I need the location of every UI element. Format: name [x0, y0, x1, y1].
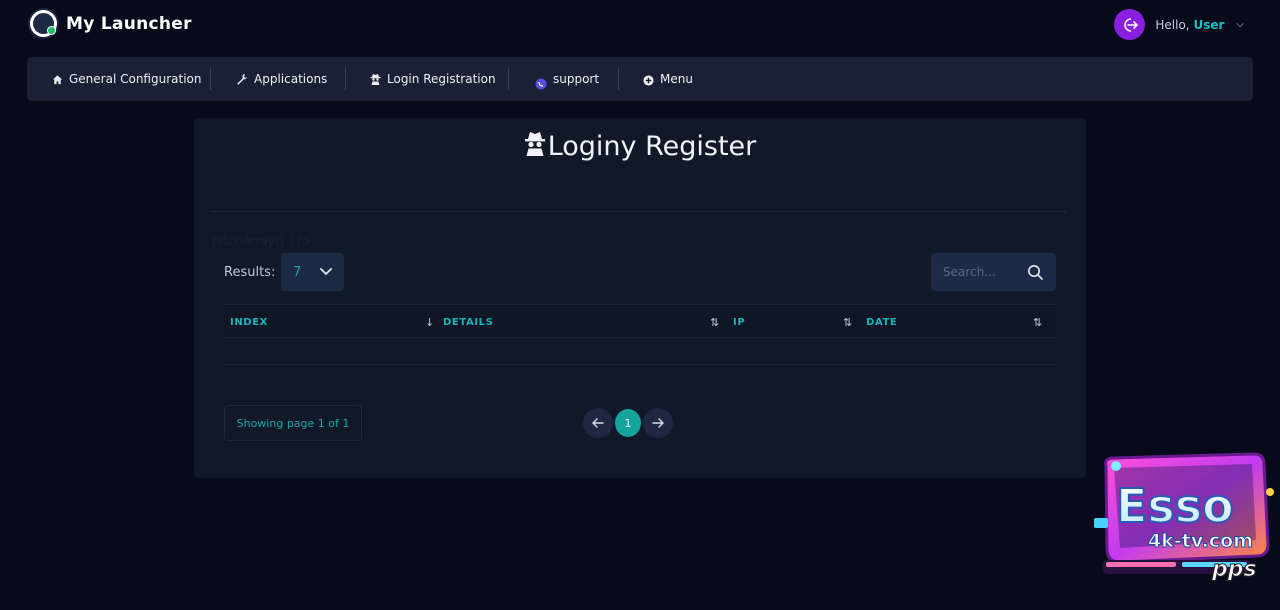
brand[interactable]: My Launcher [28, 8, 192, 39]
title-divider [212, 211, 1066, 212]
nav-label: Login Registration [387, 72, 496, 86]
column-header-ip[interactable]: IP [733, 305, 745, 339]
results-per-page-select[interactable]: 7 [281, 253, 344, 291]
nav-item-login-registration[interactable]: Login Registration [370, 57, 496, 101]
sort-icon[interactable]: ⇅ [843, 305, 852, 339]
spy-icon [370, 73, 381, 85]
arrow-left-icon [592, 418, 604, 428]
search-icon[interactable] [1027, 264, 1043, 280]
chevron-down-icon[interactable]: ⌵ [1236, 19, 1244, 30]
user-menu[interactable]: Hello, User ⌵ [1114, 9, 1244, 40]
next-page-button[interactable] [643, 408, 673, 438]
nav-label: Applications [254, 72, 328, 86]
nav-item-general-configuration[interactable]: General Configuration [52, 57, 202, 101]
plus-circle-icon [643, 75, 654, 86]
brand-logo [28, 8, 59, 39]
home-icon [52, 74, 63, 85]
arrow-right-icon [652, 418, 664, 428]
nav-divider [618, 68, 619, 90]
nav-item-support[interactable]: support [535, 57, 599, 101]
login-register-card: Loginy Register fetchArray() {?> Results… [194, 118, 1086, 478]
user-greeting: Hello, User [1155, 18, 1224, 32]
column-header-date[interactable]: DATE [866, 305, 897, 339]
sort-desc-icon[interactable]: ↓ [425, 305, 434, 339]
table-header: INDEX ↓ DETAILS ⇅ IP ⇅ DATE ⇅ [224, 304, 1056, 338]
page-button-current[interactable]: 1 [615, 409, 641, 437]
chevron-down-icon [320, 265, 332, 280]
top-bar: My Launcher Hello, User ⌵ [0, 0, 1280, 46]
nav-divider [210, 68, 211, 90]
nav-divider [508, 68, 509, 90]
page-title-text: Loginy Register [547, 131, 757, 162]
nav-label: support [553, 72, 600, 86]
pagination-info: Showing page 1 of 1 [224, 405, 362, 441]
spy-icon [524, 130, 546, 163]
search-box[interactable] [931, 253, 1056, 291]
debug-text: fetchArray() {?> [212, 234, 313, 248]
watermark-logo: Esso 4k-tv.com pps [1092, 452, 1278, 583]
user-name: User [1193, 17, 1225, 32]
nav-item-menu[interactable]: Menu [643, 57, 693, 101]
nav-label: Menu [660, 72, 693, 86]
logout-icon[interactable] [1114, 9, 1146, 40]
nav-divider [345, 68, 346, 90]
main-nav: General Configuration Applications Login… [27, 57, 1253, 101]
whatsapp-icon [535, 78, 547, 90]
results-value: 7 [293, 264, 302, 280]
wrench-icon [236, 73, 248, 85]
nav-item-applications[interactable]: Applications [236, 57, 327, 101]
watermark-text-tail: pps [1211, 557, 1257, 582]
greeting-text: Hello, [1155, 17, 1190, 32]
nav-label: General Configuration [69, 72, 202, 86]
table-body [224, 364, 1056, 365]
search-input[interactable] [943, 265, 1021, 279]
watermark-text-domain: 4k-tv.com [1148, 530, 1253, 552]
page-title: Loginy Register [194, 130, 1086, 163]
sort-icon[interactable]: ⇅ [710, 305, 719, 339]
app-title: My Launcher [66, 13, 192, 34]
column-header-details[interactable]: DETAILS [443, 305, 493, 339]
column-header-index[interactable]: INDEX [230, 305, 268, 339]
results-label: Results: [224, 265, 276, 280]
watermark-text-main: Esso [1116, 479, 1234, 533]
sort-icon[interactable]: ⇅ [1033, 305, 1042, 339]
previous-page-button[interactable] [583, 408, 613, 438]
